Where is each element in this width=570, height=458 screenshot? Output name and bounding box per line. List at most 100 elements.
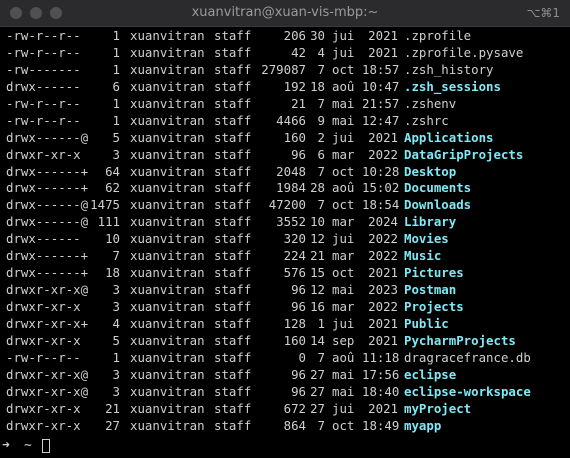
- time-or-year: 2022: [368, 231, 398, 247]
- file-name: .zshrc: [404, 112, 449, 128]
- owner: xuanvitran: [130, 78, 205, 94]
- directory-name: eclipse-workspace: [404, 383, 531, 399]
- date-month: sep: [332, 332, 355, 348]
- title-bar: xuanvitran@xuan-vis-mbp:~ ⌥⌘1: [0, 0, 570, 27]
- group: staff: [214, 129, 252, 145]
- date-day: 28: [310, 180, 325, 196]
- group: staff: [214, 112, 252, 128]
- permissions: drwxr-xr-x@: [6, 282, 89, 298]
- text-cursor[interactable]: [42, 439, 50, 453]
- permissions: drwxr-xr-x: [6, 299, 81, 314]
- file-size: 576: [283, 265, 306, 281]
- date-day: 4: [317, 44, 325, 60]
- link-count: 1: [112, 112, 120, 128]
- date-month: mar: [332, 146, 355, 162]
- window-shortcut-label: ⌥⌘1: [526, 6, 560, 20]
- time-or-year: 18:54: [362, 197, 400, 213]
- date-month: mar: [332, 214, 355, 230]
- permissions: drwxr-xr-x: [6, 146, 81, 162]
- date-month: jui: [332, 129, 355, 145]
- group: staff: [214, 332, 252, 348]
- date-month: mai: [332, 95, 355, 111]
- terminal-window: xuanvitran@xuan-vis-mbp:~ ⌥⌘1 -rw-r--r--…: [0, 0, 570, 458]
- file-size: 160: [283, 129, 306, 145]
- owner: xuanvitran: [130, 332, 205, 348]
- file-size: 160: [283, 332, 306, 348]
- directory-name: Projects: [404, 299, 464, 314]
- permissions: drwxr-xr-x+: [6, 315, 89, 331]
- date-month: jui: [332, 28, 355, 43]
- directory-name: Movies: [404, 231, 449, 247]
- directory-name: Library: [404, 214, 457, 230]
- link-count: 3: [112, 299, 120, 314]
- file-size: 42: [291, 44, 306, 60]
- owner: xuanvitran: [130, 197, 205, 213]
- group: staff: [214, 95, 252, 111]
- time-or-year: 2021: [368, 129, 398, 145]
- time-or-year: 2022: [368, 248, 398, 264]
- file-size: 206: [283, 28, 306, 43]
- link-count: 64: [105, 163, 120, 179]
- owner: xuanvitran: [130, 349, 205, 365]
- owner: xuanvitran: [130, 28, 205, 43]
- group: staff: [214, 146, 252, 162]
- directory-name: Public: [404, 315, 449, 331]
- permissions: -rw-r--r--: [6, 44, 81, 60]
- date-day: 27: [310, 366, 325, 382]
- time-or-year: 15:02: [362, 180, 400, 196]
- date-day: 7: [317, 349, 325, 365]
- file-name: .zprofile: [404, 28, 472, 43]
- link-count: 62: [105, 180, 120, 196]
- group: staff: [214, 231, 252, 247]
- date-day: 7: [317, 163, 325, 179]
- date-month: oct: [332, 417, 355, 433]
- time-or-year: 18:40: [362, 383, 400, 399]
- group: staff: [214, 383, 252, 399]
- date-day: 6: [317, 146, 325, 162]
- link-count: 1: [112, 61, 120, 77]
- directory-name: Pictures: [404, 265, 464, 281]
- time-or-year: 10:47: [362, 78, 400, 94]
- time-or-year: 21:57: [362, 95, 400, 111]
- date-day: 16: [310, 299, 325, 314]
- time-or-year: 2021: [368, 28, 398, 43]
- group: staff: [214, 315, 252, 331]
- owner: xuanvitran: [130, 366, 205, 382]
- group: staff: [214, 265, 252, 281]
- date-month: jui: [332, 400, 355, 416]
- owner: xuanvitran: [130, 299, 205, 314]
- directory-name: eclipse: [404, 366, 457, 382]
- date-month: aoû: [332, 78, 355, 94]
- group: staff: [214, 78, 252, 94]
- directory-name: PycharmProjects: [404, 332, 516, 348]
- file-size: 1984: [276, 180, 306, 196]
- permissions: drwx------: [6, 231, 81, 247]
- date-month: oct: [332, 163, 355, 179]
- directory-name: Applications: [404, 129, 494, 145]
- date-month: aoû: [332, 349, 355, 365]
- permissions: drwxr-xr-x: [6, 400, 81, 416]
- date-day: 7: [317, 61, 325, 77]
- time-or-year: 2021: [368, 315, 398, 331]
- file-name: dragracefrance.db: [404, 349, 531, 365]
- group: staff: [214, 349, 252, 365]
- owner: xuanvitran: [130, 231, 205, 247]
- link-count: 4: [112, 315, 120, 331]
- link-count: 1: [112, 28, 120, 43]
- time-or-year: 2022: [368, 299, 398, 314]
- time-or-year: 11:18: [362, 349, 400, 365]
- link-count: 3: [112, 383, 120, 399]
- permissions: drwx------+: [6, 265, 89, 281]
- directory-name: Downloads: [404, 197, 472, 213]
- date-month: aoû: [332, 180, 355, 196]
- date-day: 10: [310, 214, 325, 230]
- link-count: 1475: [90, 197, 120, 213]
- date-month: mai: [332, 366, 355, 382]
- group: staff: [214, 214, 252, 230]
- file-size: 96: [291, 366, 306, 382]
- permissions: drwxr-xr-x@: [6, 366, 89, 382]
- time-or-year: 12:47: [362, 112, 400, 128]
- group: staff: [214, 248, 252, 264]
- date-month: oct: [332, 61, 355, 77]
- link-count: 5: [112, 129, 120, 145]
